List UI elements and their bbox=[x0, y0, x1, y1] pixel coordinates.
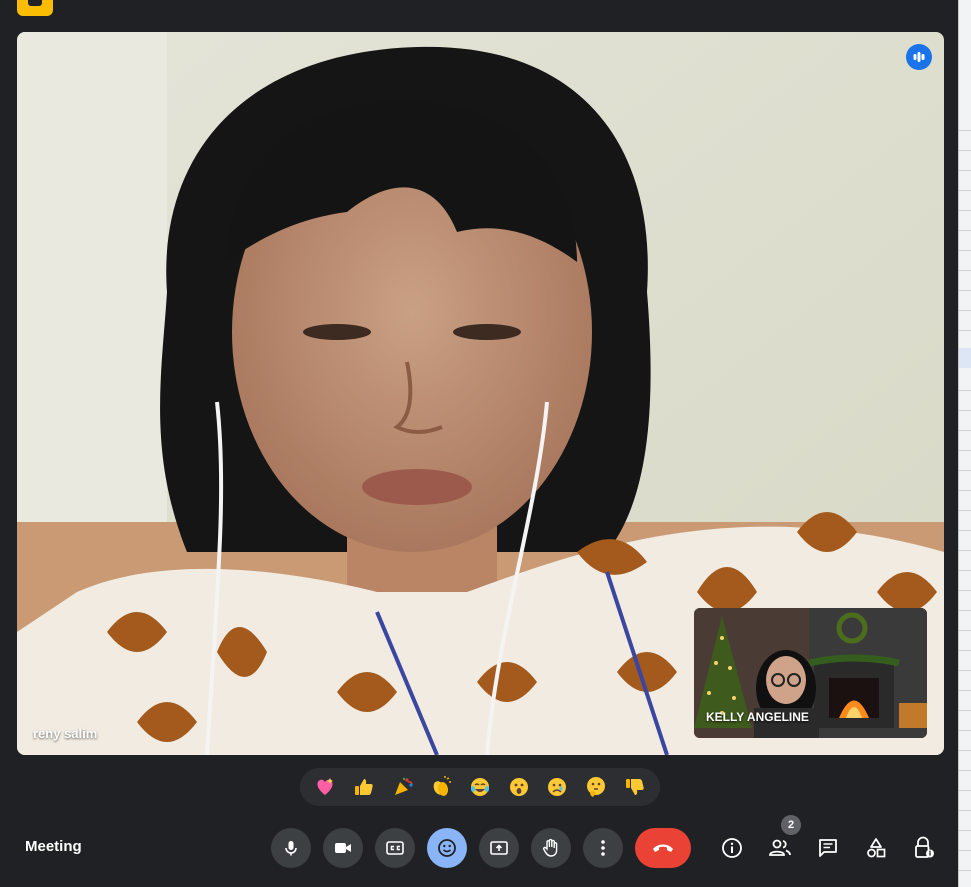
present-screen-icon bbox=[490, 841, 508, 855]
activities-icon bbox=[867, 838, 886, 858]
captions-icon bbox=[386, 841, 404, 855]
reaction-party-popper[interactable] bbox=[387, 771, 419, 803]
chat-icon bbox=[819, 839, 837, 857]
meeting-details-button[interactable] bbox=[712, 828, 752, 868]
chat-button[interactable] bbox=[808, 828, 848, 868]
more-options-button[interactable] bbox=[583, 828, 623, 868]
camera-button[interactable] bbox=[323, 828, 363, 868]
more-vert-icon bbox=[601, 840, 605, 856]
reactions-button[interactable] bbox=[427, 828, 467, 868]
reaction-tears-of-joy[interactable] bbox=[464, 771, 496, 803]
reaction-surprised[interactable] bbox=[503, 771, 535, 803]
meeting-title: Meeting bbox=[25, 838, 82, 855]
participant-count-badge: 2 bbox=[781, 815, 801, 835]
captions-button[interactable] bbox=[375, 828, 415, 868]
raise-hand-button[interactable] bbox=[531, 828, 571, 868]
self-view-name: KELLY ANGELINE bbox=[706, 710, 809, 724]
people-icon bbox=[769, 839, 791, 856]
main-participant-name: reny salim bbox=[33, 726, 98, 741]
reactions-bar bbox=[300, 768, 660, 806]
speaking-indicator-icon bbox=[906, 44, 932, 70]
present-screen-button[interactable] bbox=[479, 828, 519, 868]
reaction-clapping-hands[interactable] bbox=[425, 771, 457, 803]
self-view-tile[interactable]: KELLY ANGELINE bbox=[694, 608, 927, 738]
microphone-icon bbox=[285, 841, 297, 856]
leave-call-button[interactable] bbox=[635, 828, 691, 868]
reaction-sparkling-heart[interactable] bbox=[309, 771, 341, 803]
lock-person-icon bbox=[915, 836, 934, 858]
reaction-thumbs-down[interactable] bbox=[619, 771, 651, 803]
end-call-icon bbox=[653, 844, 673, 852]
emoji-icon bbox=[438, 839, 456, 857]
reaction-thumbs-up[interactable] bbox=[348, 771, 380, 803]
background-window-strip bbox=[958, 0, 971, 887]
activities-button[interactable] bbox=[856, 828, 896, 868]
host-controls-button[interactable] bbox=[904, 828, 944, 868]
hand-icon bbox=[543, 838, 558, 857]
info-icon bbox=[722, 838, 742, 858]
app-logo-icon bbox=[17, 0, 53, 16]
reaction-crying[interactable] bbox=[541, 771, 573, 803]
microphone-button[interactable] bbox=[271, 828, 311, 868]
reaction-thinking[interactable] bbox=[580, 771, 612, 803]
camera-icon bbox=[335, 843, 351, 853]
